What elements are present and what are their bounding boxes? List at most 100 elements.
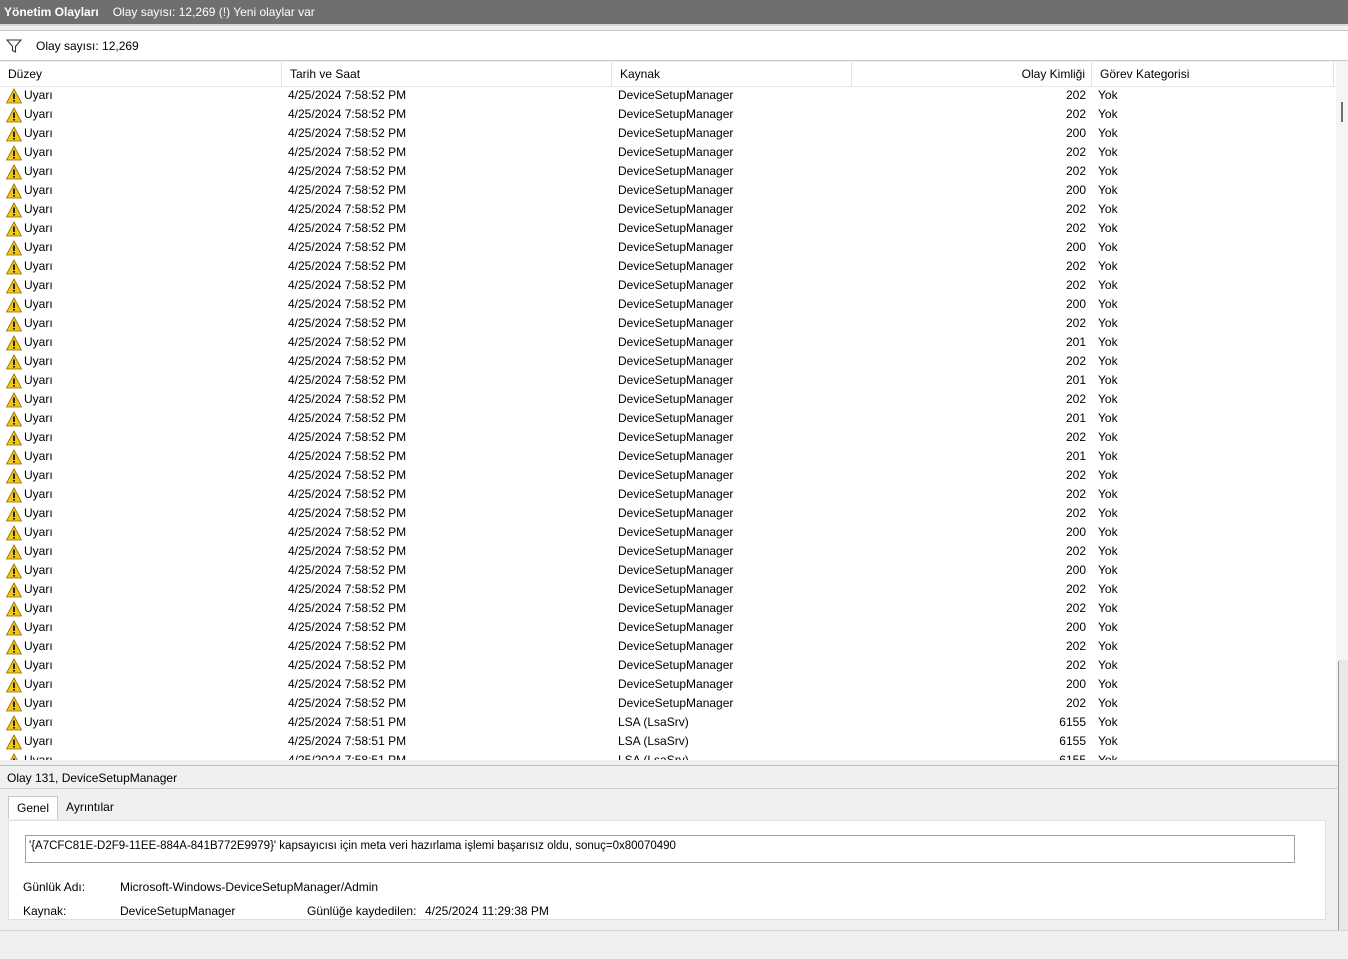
table-row[interactable]: Uyarı 4/25/2024 7:58:52 PM DeviceSetupMana… xyxy=(0,637,1336,656)
warning-icon xyxy=(6,543,22,559)
column-header-date[interactable]: Tarih ve Saat xyxy=(282,62,612,86)
level-cell: Uyarı xyxy=(6,466,276,485)
table-row[interactable]: Uyarı 4/25/2024 7:58:51 PM LSA (LsaSrv) 615… xyxy=(0,751,1336,760)
level-text: Uyarı xyxy=(24,487,53,501)
logged-label: Günlüğe kaydedilen: xyxy=(307,904,417,918)
table-row[interactable]: Uyarı 4/25/2024 7:58:52 PM DeviceSetupMana… xyxy=(0,599,1336,618)
level-cell: Uyarı xyxy=(6,143,276,162)
table-row[interactable]: Uyarı 4/25/2024 7:58:52 PM DeviceSetupMana… xyxy=(0,181,1336,200)
table-row[interactable]: Uyarı 4/25/2024 7:58:51 PM LSA (LsaSrv) 615… xyxy=(0,713,1336,732)
level-text: Uyarı xyxy=(24,335,53,349)
event-id-cell: 202 xyxy=(1065,468,1086,482)
table-row[interactable]: Uyarı 4/25/2024 7:58:52 PM DeviceSetupMana… xyxy=(0,333,1336,352)
date-cell: 4/25/2024 7:58:52 PM xyxy=(288,240,407,254)
category-cell: Yok xyxy=(1098,696,1118,710)
table-row[interactable]: Uyarı 4/25/2024 7:58:52 PM DeviceSetupMana… xyxy=(0,371,1336,390)
source-cell: DeviceSetupManager xyxy=(618,373,734,387)
table-row[interactable]: Uyarı 4/25/2024 7:58:52 PM DeviceSetupMana… xyxy=(0,352,1336,371)
table-row[interactable]: Uyarı 4/25/2024 7:58:52 PM DeviceSetupMana… xyxy=(0,447,1336,466)
warning-icon xyxy=(6,676,22,692)
table-row[interactable]: Uyarı 4/25/2024 7:58:52 PM DeviceSetupMana… xyxy=(0,257,1336,276)
table-row[interactable]: Uyarı 4/25/2024 7:58:52 PM DeviceSetupMana… xyxy=(0,276,1336,295)
table-row[interactable]: Uyarı 4/25/2024 7:58:52 PM DeviceSetupMana… xyxy=(0,238,1336,257)
source-value: DeviceSetupManager xyxy=(120,904,236,918)
date-cell: 4/25/2024 7:58:52 PM xyxy=(288,373,407,387)
date-cell: 4/25/2024 7:58:52 PM xyxy=(288,278,407,292)
table-row[interactable]: Uyarı 4/25/2024 7:58:52 PM DeviceSetupMana… xyxy=(0,409,1336,428)
level-text: Uyarı xyxy=(24,753,53,760)
date-cell: 4/25/2024 7:58:52 PM xyxy=(288,411,407,425)
table-row[interactable]: Uyarı 4/25/2024 7:58:52 PM DeviceSetupMana… xyxy=(0,580,1336,599)
date-cell: 4/25/2024 7:58:52 PM xyxy=(288,639,407,653)
date-cell: 4/25/2024 7:58:52 PM xyxy=(288,430,407,444)
table-row[interactable]: Uyarı 4/25/2024 7:58:52 PM DeviceSetupMana… xyxy=(0,542,1336,561)
level-cell: Uyarı xyxy=(6,295,276,314)
level-cell: Uyarı xyxy=(6,333,276,352)
category-cell: Yok xyxy=(1098,525,1118,539)
date-cell: 4/25/2024 7:58:51 PM xyxy=(288,715,407,729)
warning-icon xyxy=(6,220,22,236)
category-cell: Yok xyxy=(1098,563,1118,577)
level-text: Uyarı xyxy=(24,411,53,425)
table-row[interactable]: Uyarı 4/25/2024 7:58:52 PM DeviceSetupMana… xyxy=(0,124,1336,143)
table-row[interactable]: Uyarı 4/25/2024 7:58:52 PM DeviceSetupMana… xyxy=(0,656,1336,675)
table-row[interactable]: Uyarı 4/25/2024 7:58:52 PM DeviceSetupMana… xyxy=(0,219,1336,238)
level-text: Uyarı xyxy=(24,259,53,273)
filter-bar: Olay sayısı: 12,269 xyxy=(0,30,1348,61)
table-row[interactable]: Uyarı 4/25/2024 7:58:52 PM DeviceSetupMana… xyxy=(0,86,1336,105)
event-id-cell: 200 xyxy=(1065,183,1086,197)
table-row[interactable]: Uyarı 4/25/2024 7:58:52 PM DeviceSetupMana… xyxy=(0,675,1336,694)
table-row[interactable]: Uyarı 4/25/2024 7:58:52 PM DeviceSetupMana… xyxy=(0,143,1336,162)
level-cell: Uyarı xyxy=(6,713,276,732)
source-cell: DeviceSetupManager xyxy=(618,221,734,235)
tab-general[interactable]: Genel xyxy=(8,796,59,819)
column-header-source[interactable]: Kaynak xyxy=(612,62,852,86)
source-cell: DeviceSetupManager xyxy=(618,88,734,102)
event-id-cell: 201 xyxy=(1065,335,1086,349)
window-titlebar: Yönetim Olayları Olay sayısı: 12,269 (!)… xyxy=(0,0,1348,26)
source-cell: DeviceSetupManager xyxy=(618,563,734,577)
scrollbar-thumb[interactable] xyxy=(1341,102,1343,122)
level-cell: Uyarı xyxy=(6,637,276,656)
table-row[interactable]: Uyarı 4/25/2024 7:58:52 PM DeviceSetupMana… xyxy=(0,561,1336,580)
category-cell: Yok xyxy=(1098,183,1118,197)
table-row[interactable]: Uyarı 4/25/2024 7:58:52 PM DeviceSetupMana… xyxy=(0,314,1336,333)
tab-details[interactable]: Ayrıntılar xyxy=(58,796,122,818)
filter-icon[interactable] xyxy=(6,38,22,54)
date-cell: 4/25/2024 7:58:52 PM xyxy=(288,487,407,501)
table-scrollbar[interactable] xyxy=(1336,62,1348,760)
table-row[interactable]: Uyarı 4/25/2024 7:58:52 PM DeviceSetupMana… xyxy=(0,466,1336,485)
category-cell: Yok xyxy=(1098,677,1118,691)
event-message[interactable]: '{A7CFC81E-D2F9-11EE-884A-841B772E9979}'… xyxy=(25,835,1295,863)
table-row[interactable]: Uyarı 4/25/2024 7:58:52 PM DeviceSetupMana… xyxy=(0,504,1336,523)
source-cell: DeviceSetupManager xyxy=(618,145,734,159)
level-cell: Uyarı xyxy=(6,523,276,542)
table-row[interactable]: Uyarı 4/25/2024 7:58:52 PM DeviceSetupMana… xyxy=(0,162,1336,181)
level-cell: Uyarı xyxy=(6,599,276,618)
table-row[interactable]: Uyarı 4/25/2024 7:58:52 PM DeviceSetupMana… xyxy=(0,523,1336,542)
level-cell: Uyarı xyxy=(6,618,276,637)
column-header-level[interactable]: Düzey xyxy=(0,62,282,86)
table-row[interactable]: Uyarı 4/25/2024 7:58:52 PM DeviceSetupMana… xyxy=(0,428,1336,447)
table-row[interactable]: Uyarı 4/25/2024 7:58:52 PM DeviceSetupMana… xyxy=(0,295,1336,314)
level-text: Uyarı xyxy=(24,164,53,178)
category-cell: Yok xyxy=(1098,335,1118,349)
table-row[interactable]: Uyarı 4/25/2024 7:58:52 PM DeviceSetupMana… xyxy=(0,618,1336,637)
warning-icon xyxy=(6,144,22,160)
warning-icon xyxy=(6,600,22,616)
table-row[interactable]: Uyarı 4/25/2024 7:58:52 PM DeviceSetupMana… xyxy=(0,105,1336,124)
table-row[interactable]: Uyarı 4/25/2024 7:58:52 PM DeviceSetupMana… xyxy=(0,485,1336,504)
side-scroll-handle[interactable] xyxy=(1338,660,1348,944)
table-row[interactable]: Uyarı 4/25/2024 7:58:52 PM DeviceSetupMana… xyxy=(0,390,1336,409)
column-header-task-category[interactable]: Görev Kategorisi xyxy=(1092,62,1334,86)
table-row[interactable]: Uyarı 4/25/2024 7:58:52 PM DeviceSetupMana… xyxy=(0,200,1336,219)
level-text: Uyarı xyxy=(24,601,53,615)
source-cell: DeviceSetupManager xyxy=(618,430,734,444)
category-cell: Yok xyxy=(1098,164,1118,178)
level-cell: Uyarı xyxy=(6,428,276,447)
table-row[interactable]: Uyarı 4/25/2024 7:58:51 PM LSA (LsaSrv) 615… xyxy=(0,732,1336,751)
date-cell: 4/25/2024 7:58:52 PM xyxy=(288,221,407,235)
warning-icon xyxy=(6,410,22,426)
table-row[interactable]: Uyarı 4/25/2024 7:58:52 PM DeviceSetupMana… xyxy=(0,694,1336,713)
column-header-event-id[interactable]: Olay Kimliği xyxy=(852,62,1092,86)
